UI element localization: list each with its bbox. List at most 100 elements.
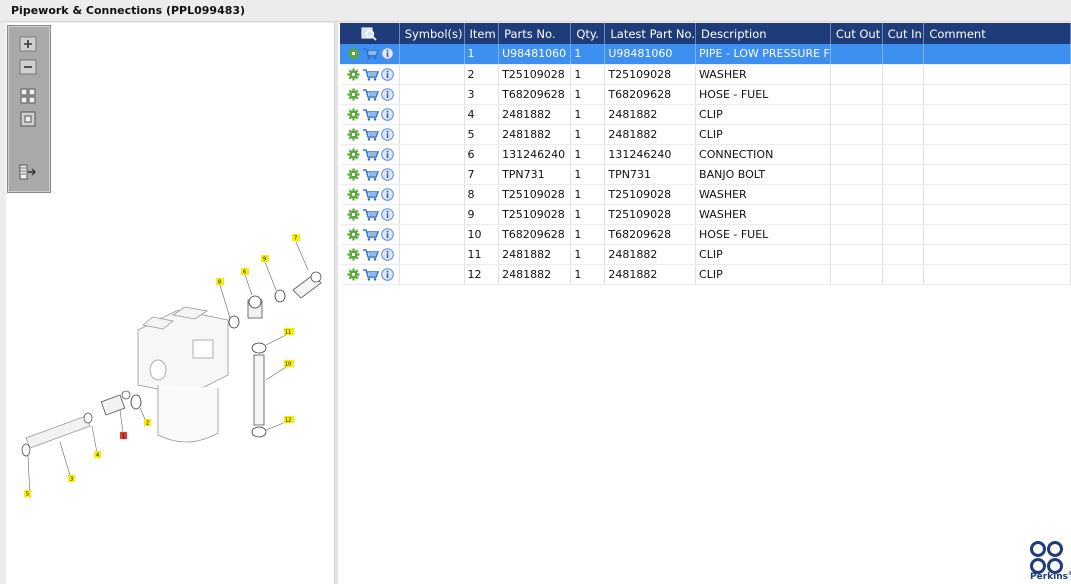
cut-out-cell (830, 104, 883, 125)
info-icon[interactable] (381, 207, 394, 221)
callout-6[interactable]: 6 (243, 270, 246, 276)
cart-icon[interactable] (362, 148, 379, 161)
callout-11[interactable]: 11 (285, 330, 291, 336)
cart-icon[interactable] (362, 188, 379, 201)
table-row[interactable]: 12 2481882 1 2481882 CLIP (340, 264, 1071, 285)
table-row[interactable]: 8 T25109028 1 T25109028 WASHER (340, 184, 1071, 205)
column-header-cut-in[interactable]: Cut In (882, 23, 925, 44)
qty-cell: 1 (570, 264, 606, 285)
info-icon[interactable] (381, 107, 394, 121)
description-cell: BANJO BOLT (695, 164, 831, 185)
cart-icon[interactable] (362, 268, 379, 281)
cut-in-cell (882, 124, 925, 145)
gear-icon[interactable] (347, 128, 360, 141)
comment-cell (923, 44, 1071, 65)
callout-4[interactable]: 4 (96, 453, 99, 459)
callout-10[interactable]: 10 (285, 362, 291, 368)
column-header-item[interactable]: Item (464, 23, 500, 44)
info-icon[interactable] (381, 227, 394, 241)
gear-icon[interactable] (347, 108, 360, 121)
qty-cell: 1 (570, 44, 606, 65)
info-icon[interactable] (381, 87, 394, 101)
info-icon[interactable] (381, 127, 394, 141)
qty-cell: 1 (570, 184, 606, 205)
callout-8[interactable]: 8 (218, 280, 221, 286)
fit-window-button[interactable] (18, 110, 38, 128)
column-header-qty[interactable]: Qty. (570, 23, 606, 44)
window-titlebar: Pipework & Connections (PPL099483) (0, 0, 1071, 22)
pipe-part-3 (25, 415, 91, 449)
column-header-comment[interactable]: Comment (923, 23, 1071, 44)
cart-icon[interactable] (362, 68, 379, 81)
zoom-in-button[interactable] (18, 35, 38, 53)
table-row[interactable]: 4 2481882 1 2481882 CLIP (340, 104, 1071, 125)
gear-icon[interactable] (347, 248, 360, 261)
callout-12[interactable]: 12 (285, 418, 291, 424)
table-row[interactable]: 11 2481882 1 2481882 CLIP (340, 244, 1071, 265)
row-icons-cell (340, 124, 400, 145)
comment-cell (923, 184, 1071, 205)
latest-part-no-cell: TPN731 (604, 164, 697, 185)
cart-icon[interactable] (362, 88, 379, 101)
parts-no-cell: T25109028 (498, 64, 572, 85)
gear-icon[interactable] (347, 47, 360, 60)
column-header-cut-out[interactable]: Cut Out (830, 23, 883, 44)
table-row[interactable]: 7 TPN731 1 TPN731 BANJO BOLT (340, 164, 1071, 185)
gear-icon[interactable] (347, 208, 360, 221)
gear-icon[interactable] (347, 268, 360, 281)
cart-icon[interactable] (362, 208, 379, 221)
callout-9[interactable]: 9 (263, 257, 266, 263)
gear-icon[interactable] (347, 148, 360, 161)
callout-5[interactable]: 5 (26, 492, 29, 498)
callout-2[interactable]: 2 (146, 421, 149, 427)
table-row[interactable]: 5 2481882 1 2481882 CLIP (340, 124, 1071, 145)
cart-icon[interactable] (362, 108, 379, 121)
info-icon[interactable] (381, 147, 394, 161)
cut-in-cell (882, 204, 925, 225)
zoom-out-button[interactable] (18, 58, 38, 76)
table-row[interactable]: 1 U98481060 1 U98481060 PIPE - LOW PRESSURE … (340, 44, 1071, 65)
column-header-symbols[interactable]: Symbol(s) (399, 23, 465, 44)
export-button[interactable] (18, 163, 38, 181)
comment-cell (923, 104, 1071, 125)
exploded-parts-drawing[interactable]: 7 8 6 9 11 10 12 1 2 4 3 5 (8, 230, 328, 510)
fit-all-button[interactable] (18, 87, 38, 105)
symbols-cell (399, 204, 465, 225)
cut-out-cell (830, 84, 883, 105)
cart-icon[interactable] (362, 228, 379, 241)
comment-cell (923, 264, 1071, 285)
info-icon[interactable] (381, 47, 394, 61)
table-row[interactable]: 6 131246240 1 131246240 CONNECTION (340, 144, 1071, 165)
description-cell: CLIP (695, 244, 831, 265)
cut-in-cell (882, 44, 925, 65)
column-header-parts-no[interactable]: Parts No. (498, 23, 572, 44)
cart-icon[interactable] (362, 168, 379, 181)
table-row[interactable]: 3 T68209628 1 T68209628 HOSE - FUEL (340, 84, 1071, 105)
info-icon[interactable] (381, 167, 394, 181)
info-icon[interactable] (381, 267, 394, 281)
item-cell: 7 (464, 164, 500, 185)
column-header-latest-part-no[interactable]: Latest Part No. (604, 23, 697, 44)
column-header-description[interactable]: Description (695, 23, 831, 44)
row-icons-cell (340, 64, 400, 85)
table-row[interactable]: 9 T25109028 1 T25109028 WASHER (340, 204, 1071, 225)
info-icon[interactable] (381, 247, 394, 261)
cut-out-cell (830, 244, 883, 265)
cart-icon[interactable] (362, 128, 379, 141)
gear-icon[interactable] (347, 88, 360, 101)
cart-icon[interactable] (362, 248, 379, 261)
description-cell: HOSE - FUEL (695, 224, 831, 245)
cart-icon[interactable] (362, 47, 379, 60)
callout-7[interactable]: 7 (294, 236, 297, 242)
info-icon[interactable] (381, 187, 394, 201)
column-header-search[interactable] (340, 23, 400, 44)
callout-1[interactable]: 1 (122, 434, 125, 440)
callout-3[interactable]: 3 (70, 477, 73, 483)
gear-icon[interactable] (347, 168, 360, 181)
gear-icon[interactable] (347, 228, 360, 241)
gear-icon[interactable] (347, 188, 360, 201)
info-icon[interactable] (381, 67, 394, 81)
table-row[interactable]: 2 T25109028 1 T25109028 WASHER (340, 64, 1071, 85)
table-row[interactable]: 10 T68209628 1 T68209628 HOSE - FUEL (340, 224, 1071, 245)
gear-icon[interactable] (347, 68, 360, 81)
